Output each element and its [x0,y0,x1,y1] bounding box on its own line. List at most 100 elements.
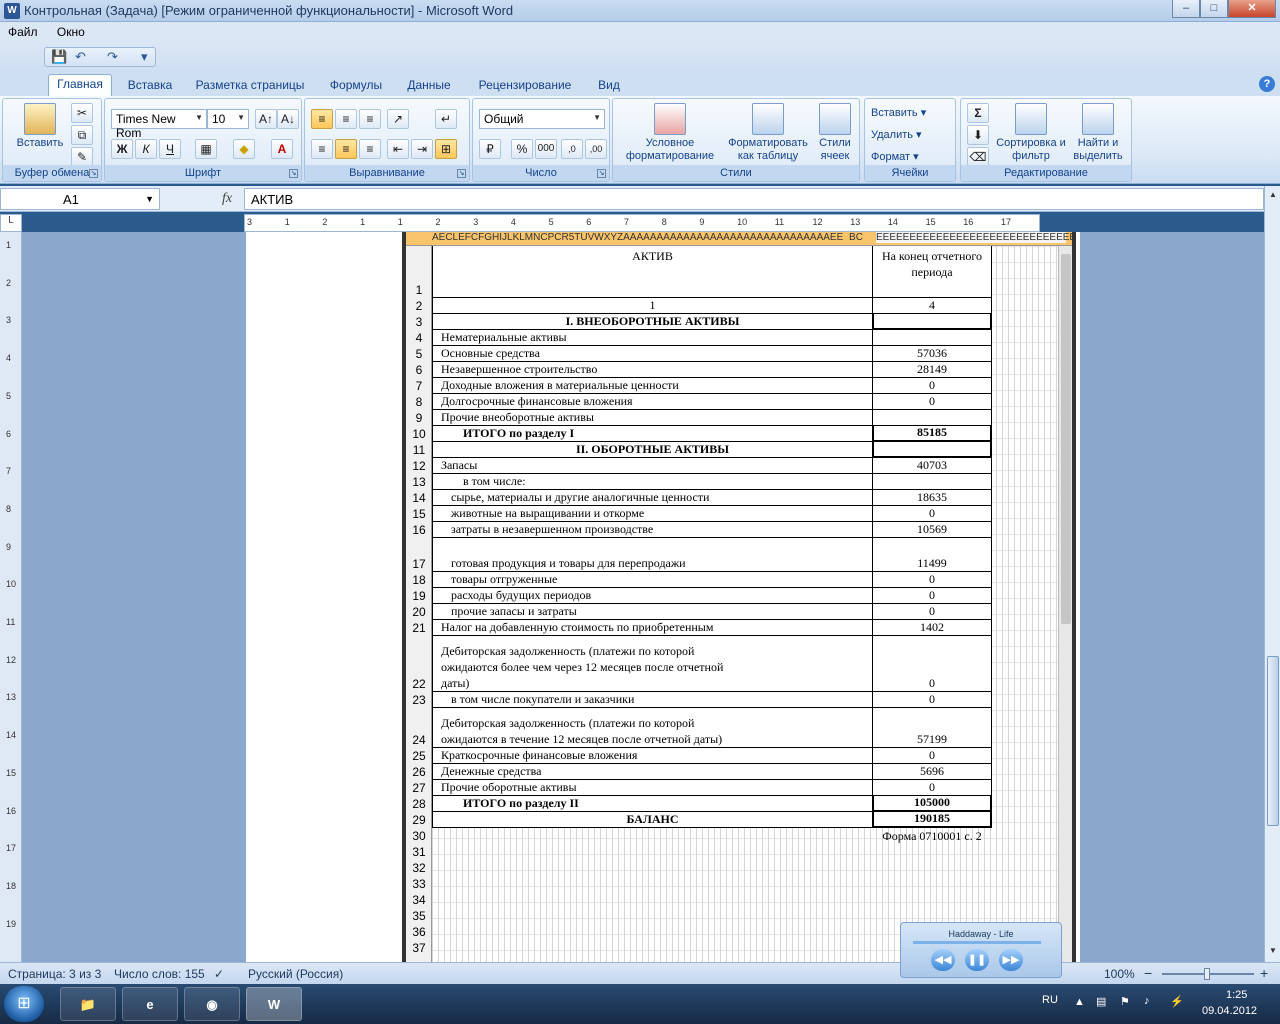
tray-expand-icon[interactable]: ▲ [1074,996,1085,1008]
format-as-table-button[interactable]: Форматировать как таблицу [723,103,813,163]
cell-label[interactable]: Незавершенное строительство [432,362,872,378]
row-number[interactable]: 34 [406,893,432,908]
media-player-widget[interactable]: Haddaway - Life ◀◀ ❚❚ ▶▶ [900,922,1062,978]
cell-styles-button[interactable]: Стили ячеек [811,103,859,163]
cell-value[interactable]: 0 [872,636,992,692]
power-icon[interactable]: ⚡ [1170,995,1184,1008]
align-bottom-icon[interactable]: ≡ [359,109,381,129]
cell-value[interactable] [872,442,992,458]
cell-value[interactable]: 0 [872,692,992,708]
cell-value[interactable]: 28149 [872,362,992,378]
taskbar-word-icon[interactable]: W [246,987,302,1021]
word-count[interactable]: Число слов: 155 [114,967,205,981]
zoom-level[interactable]: 100% [1104,967,1135,981]
row-number[interactable]: 24 [406,733,432,748]
cell-value[interactable]: 57036 [872,346,992,362]
row-number[interactable]: 12 [406,459,432,474]
cell-label[interactable]: сырье, материалы и другие аналогичные це… [432,490,872,506]
cell-value[interactable]: 0 [872,604,992,620]
cell-label[interactable]: Налог на добавленную стоимость по приобр… [432,620,872,636]
cell-label[interactable] [432,828,872,844]
cell-value[interactable]: 57199 [872,708,992,748]
taskbar-ie-icon[interactable]: e [122,987,178,1021]
cell-label[interactable]: товары отгруженные [432,572,872,588]
row-number[interactable]: 22 [406,677,432,692]
row-number[interactable]: 9 [406,411,432,426]
orientation-icon[interactable]: ↗ [387,109,409,129]
page-indicator[interactable]: Страница: 3 из 3 [8,967,101,981]
cell-label[interactable]: готовая продукция и товары для перепрода… [432,538,872,572]
conditional-formatting-button[interactable]: Условное форматирование [617,103,723,163]
row-number[interactable]: 14 [406,491,432,506]
increase-indent-icon[interactable]: ⇥ [411,139,433,159]
taskbar-explorer-icon[interactable]: 📁 [60,987,116,1021]
format-cells-button[interactable]: Формат ▾ [871,147,919,167]
row-number[interactable]: 37 [406,941,432,956]
ruler-tab-selector[interactable]: L [0,214,22,232]
row-number[interactable]: 2 [406,299,432,314]
align-middle-icon[interactable]: ≡ [335,109,357,129]
row-number[interactable]: 36 [406,925,432,940]
insert-function-icon[interactable]: fx [222,191,232,207]
help-icon[interactable]: ? [1259,76,1275,92]
paste-button[interactable]: Вставить [9,103,71,150]
pause-icon[interactable]: ❚❚ [965,949,989,971]
redo-icon[interactable]: ↷ [107,49,118,65]
cell-value[interactable]: 4 [872,298,992,314]
decrease-decimal-icon[interactable]: ,00 [585,139,607,159]
cell-value[interactable]: Форма 0710001 с. 2 [872,828,992,844]
zoom-slider-thumb[interactable] [1204,968,1210,980]
cell-value[interactable]: 40703 [872,458,992,474]
grow-font-icon[interactable]: A↑ [255,109,277,129]
qat-more-icon[interactable]: ▾ [141,49,148,65]
clock-time[interactable]: 1:25 [1226,989,1247,1001]
cell-label[interactable]: ИТОГО по разделу II [432,796,872,812]
font-color-icon[interactable]: A [271,139,293,159]
sheet-scroll-thumb[interactable] [1061,254,1071,624]
previous-track-icon[interactable]: ◀◀ [931,949,955,971]
format-painter-icon[interactable]: ✎ [71,147,93,167]
cell-value[interactable]: 18635 [872,490,992,506]
language-tray[interactable]: RU [1042,994,1058,1006]
row-number[interactable]: 15 [406,507,432,522]
clock-date[interactable]: 09.04.2012 [1202,1005,1257,1017]
cell-value[interactable]: 10569 [872,522,992,538]
menu-file[interactable]: Файл [0,22,46,39]
cell-value[interactable]: 0 [872,572,992,588]
minimize-button[interactable]: – [1172,0,1200,18]
maximize-button[interactable]: □ [1200,0,1228,18]
cell-label[interactable]: Доходные вложения в материальные ценност… [432,378,872,394]
cell-label[interactable]: Краткосрочные финансовые вложения [432,748,872,764]
tab-insert[interactable]: Вставка [120,76,180,96]
tab-page-layout[interactable]: Разметка страницы [190,76,310,96]
italic-button[interactable]: К [135,139,157,159]
cell-value[interactable]: На конец отчетного периода [872,246,992,298]
word-app-icon[interactable]: W [4,3,20,19]
borders-icon[interactable]: ▦ [195,139,217,159]
tab-view[interactable]: Вид [590,76,628,96]
horizontal-ruler[interactable]: 3 1 2 1 1 2 3 4 5 6 7 8 9 10 11 12 13 14 15 16 17 [244,214,1040,232]
increase-decimal-icon[interactable]: ,0 [561,139,583,159]
wrap-text-icon[interactable]: ↵ [435,109,457,129]
volume-icon[interactable]: ♪ [1144,995,1150,1007]
cell-label[interactable]: I. ВНЕОБОРОТНЫЕ АКТИВЫ [432,314,872,330]
tab-formulas[interactable]: Формулы [322,76,390,96]
number-format-combo[interactable]: Общий ▼ [479,109,605,129]
tab-data[interactable]: Данные [398,76,460,96]
row-number[interactable]: 35 [406,909,432,924]
number-launcher-icon[interactable]: ↘ [597,169,606,178]
cell-value[interactable]: 0 [872,748,992,764]
cell-label[interactable]: II. ОБОРОТНЫЕ АКТИВЫ [432,442,872,458]
cell-label[interactable]: Прочие оборотные активы [432,780,872,796]
fill-color-icon[interactable]: ◆ [233,139,255,159]
row-number[interactable]: 29 [406,813,432,828]
cell-value[interactable] [872,330,992,346]
row-number[interactable]: 25 [406,749,432,764]
cell-value[interactable]: 0 [872,506,992,522]
zoom-out-icon[interactable]: − [1144,965,1152,981]
row-number[interactable]: 7 [406,379,432,394]
cell-label[interactable]: в том числе: [432,474,872,490]
cell-label[interactable]: прочие запасы и затраты [432,604,872,620]
close-button[interactable]: ✕ [1228,0,1276,18]
clipboard-launcher-icon[interactable]: ↘ [89,169,98,178]
